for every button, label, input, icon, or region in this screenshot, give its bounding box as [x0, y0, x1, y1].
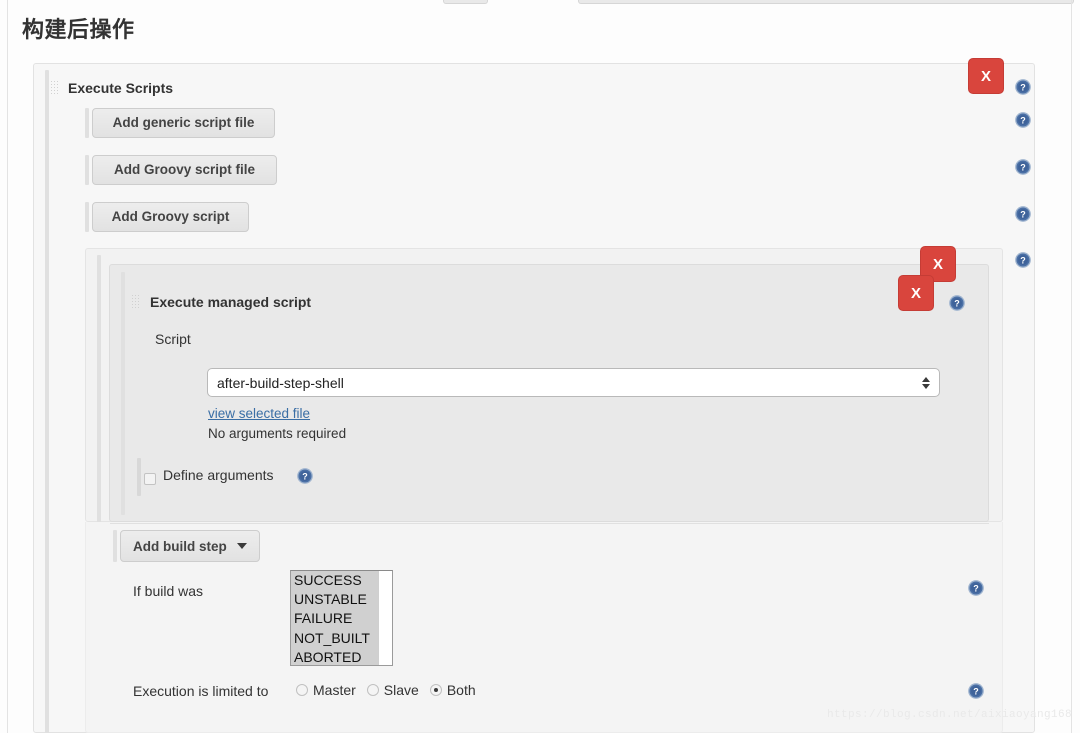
svg-text:?: ?: [1020, 256, 1026, 266]
help-icon-execute-scripts[interactable]: ?: [1015, 79, 1031, 95]
listbox-scrollbar[interactable]: [378, 571, 392, 665]
if-build-was-selected-region: SUCCESS UNSTABLE FAILURE NOT_BUILT ABORT…: [291, 571, 380, 665]
radio-label-master: Master: [313, 682, 356, 698]
svg-text:?: ?: [954, 299, 960, 309]
script-select-value: after-build-step-shell: [217, 374, 344, 391]
radio-dot-master: [296, 684, 308, 696]
select-stepper-arrows-icon: [917, 376, 939, 389]
panel-accent-bar-build-step: [97, 255, 101, 533]
button-accent-bar-generic-script: [85, 108, 89, 138]
radio-dot-slave: [366, 684, 379, 696]
add-build-step-label: Add build step: [133, 538, 227, 554]
svg-text:?: ?: [973, 584, 979, 594]
help-icon-execute-managed-script[interactable]: ?: [949, 295, 965, 311]
execute-managed-script-title: Execute managed script: [150, 294, 312, 310]
script-field-label: Script: [155, 331, 191, 347]
help-icon-build-step[interactable]: ?: [1015, 252, 1031, 268]
radio-option-master[interactable]: Master: [296, 682, 356, 698]
define-arguments-help-icon[interactable]: ?: [297, 468, 313, 484]
help-icon-add-groovy-script-file[interactable]: ?: [1015, 159, 1031, 175]
no-arguments-note: No arguments required: [208, 426, 347, 441]
svg-text:?: ?: [1020, 163, 1026, 173]
script-select[interactable]: after-build-step-shell: [207, 368, 940, 397]
svg-text:?: ?: [973, 687, 979, 697]
svg-text:?: ?: [1020, 116, 1026, 126]
list-item[interactable]: ABORTED: [291, 648, 380, 665]
radio-label-slave: Slave: [383, 682, 419, 698]
help-icon-add-groovy-script[interactable]: ?: [1015, 206, 1031, 222]
panel-accent-bar-outer: [45, 70, 49, 733]
button-accent-bar-add-build-step: [113, 530, 117, 562]
post-build-actions-page: 构建后操作 Execute Scripts X Add generic scri…: [0, 0, 1080, 733]
radio-option-slave[interactable]: Slave: [366, 682, 419, 698]
execution-limit-label: Execution is limited to: [133, 683, 269, 699]
add-groovy-script-file-button[interactable]: Add Groovy script file: [92, 155, 277, 185]
define-arguments-accent-bar: [137, 458, 141, 496]
execute-scripts-title: Execute Scripts: [68, 80, 174, 96]
list-item[interactable]: NOT_BUILT: [291, 629, 380, 648]
if-build-was-listbox[interactable]: SUCCESS UNSTABLE FAILURE NOT_BUILT ABORT…: [290, 570, 393, 666]
button-accent-bar-groovy-script-file: [85, 155, 89, 185]
build-step-divider: [110, 523, 989, 524]
if-build-was-label: If build was: [133, 583, 204, 599]
add-build-step-dropdown[interactable]: Add build step: [120, 530, 260, 562]
help-icon-execution-limit[interactable]: ?: [968, 683, 984, 699]
svg-text:?: ?: [1020, 83, 1026, 93]
button-accent-bar-groovy-script: [85, 202, 89, 232]
list-item[interactable]: UNSTABLE: [291, 590, 380, 609]
view-selected-file-link[interactable]: view selected file: [208, 406, 310, 421]
define-arguments-label: Define arguments: [163, 467, 274, 483]
page-title: 构建后操作: [22, 17, 135, 42]
define-arguments-checkbox[interactable]: [144, 473, 156, 485]
drag-handle-execute-scripts[interactable]: [50, 80, 60, 94]
svg-text:?: ?: [302, 472, 308, 482]
radio-dot-both: [429, 684, 442, 696]
list-item[interactable]: FAILURE: [291, 609, 380, 628]
help-icon-add-generic-script-file[interactable]: ?: [1015, 112, 1031, 128]
radio-option-both[interactable]: Both: [429, 682, 476, 698]
top-chrome-strip-right: [578, 0, 1074, 4]
caret-down-icon: [236, 543, 247, 549]
top-chrome-strip-left: [443, 0, 488, 4]
radio-label-both: Both: [446, 682, 476, 698]
svg-text:?: ?: [1020, 210, 1026, 220]
delete-execute-scripts-button[interactable]: X: [968, 58, 1004, 94]
execution-limit-radio-group: Master Slave Both: [296, 682, 487, 698]
add-generic-script-file-button[interactable]: Add generic script file: [92, 108, 275, 138]
drag-handle-managed-script[interactable]: [131, 294, 141, 308]
help-icon-if-build-was[interactable]: ?: [968, 580, 984, 596]
list-item[interactable]: SUCCESS: [291, 571, 380, 590]
delete-managed-script-button[interactable]: X: [898, 275, 934, 311]
add-groovy-script-button[interactable]: Add Groovy script: [92, 202, 249, 232]
panel-accent-bar-managed-script: [121, 272, 125, 515]
watermark: https://blog.csdn.net/aixiaoyang168: [826, 709, 1072, 721]
